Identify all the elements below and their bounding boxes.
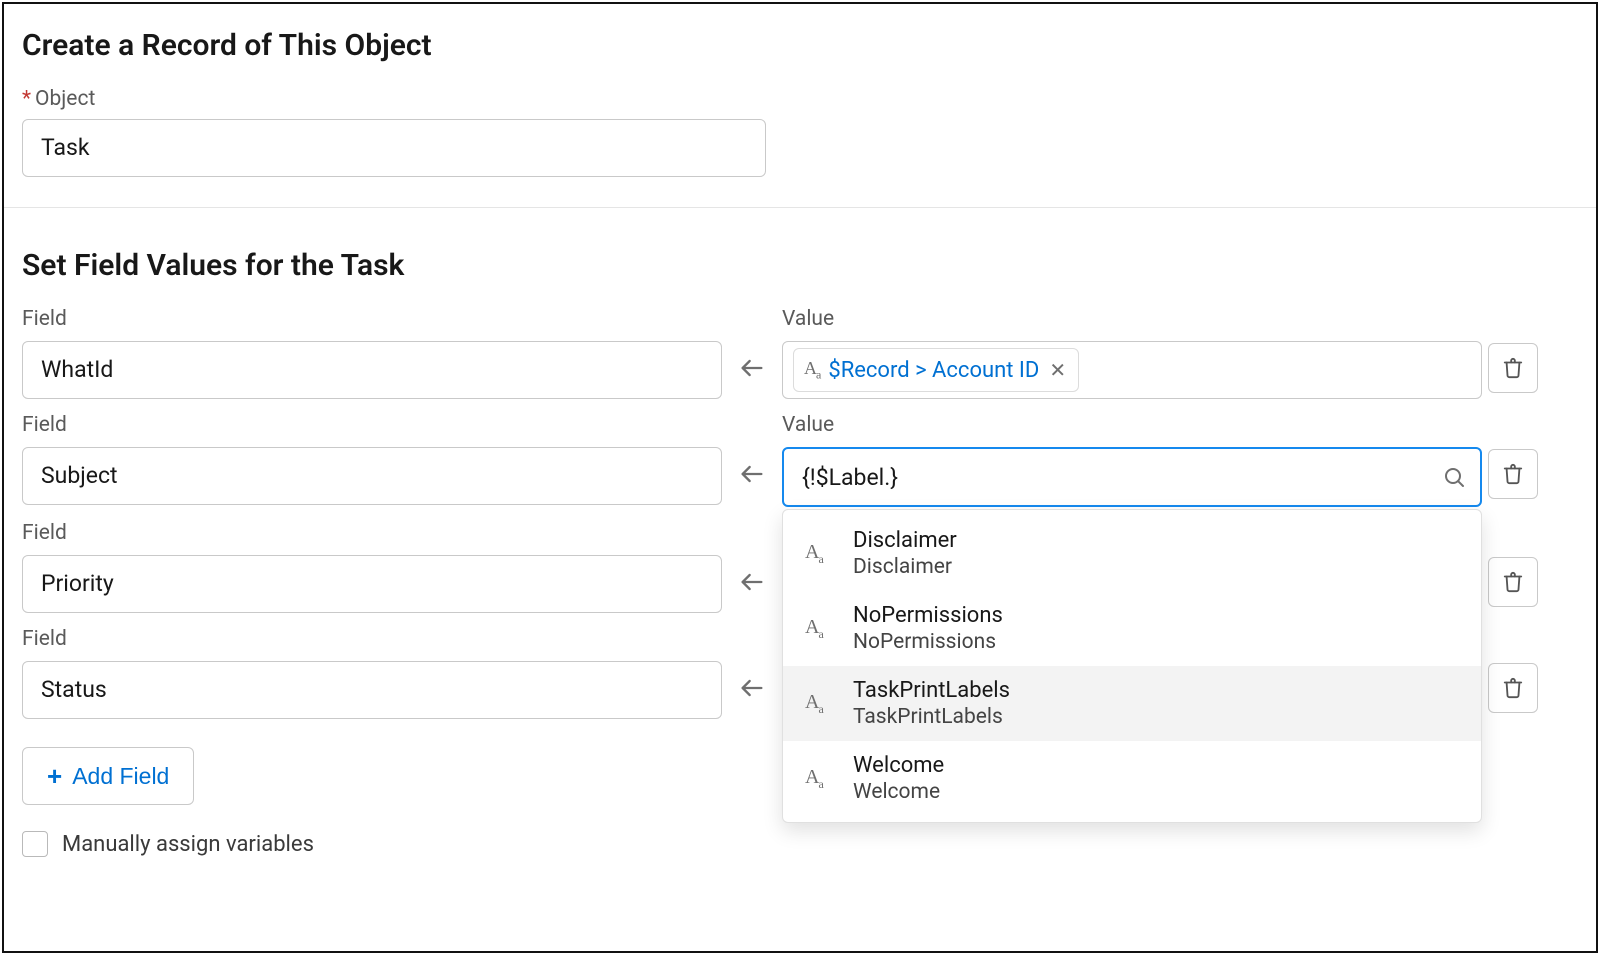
field-input-status[interactable]: Status (22, 661, 722, 719)
required-indicator: * (22, 87, 31, 111)
section-create-record: Create a Record of This Object *Object T… (4, 4, 1596, 187)
section-title-values: Set Field Values for the Task (22, 248, 1578, 283)
search-icon (1442, 465, 1466, 489)
label-dropdown: Aa Disclaimer Disclaimer Aa NoPermission… (782, 509, 1482, 823)
value-label: Value (782, 307, 1482, 331)
delete-row-button[interactable] (1488, 343, 1538, 393)
manually-assign-label: Manually assign variables (62, 832, 314, 857)
config-panel: Create a Record of This Object *Object T… (2, 2, 1598, 953)
text-icon: Aa (804, 358, 820, 383)
delete-row-button[interactable] (1488, 663, 1538, 713)
dropdown-item[interactable]: Aa Disclaimer Disclaimer (783, 516, 1481, 591)
field-row: Field Subject Value {!$Label.} (22, 413, 1578, 507)
trash-icon (1502, 677, 1524, 699)
dropdown-item[interactable]: Aa NoPermissions NoPermissions (783, 591, 1481, 666)
field-col: Field Subject (22, 413, 722, 505)
value-input-whatid[interactable]: Aa $Record > Account ID ✕ (782, 341, 1482, 399)
text-icon: Aa (805, 616, 835, 642)
resource-pill[interactable]: Aa $Record > Account ID ✕ (793, 348, 1079, 392)
value-col: Value {!$Label.} Aa Disclaimer Disclaime… (782, 413, 1482, 507)
object-label: *Object (22, 87, 1578, 111)
arrow-left-icon (722, 339, 782, 397)
arrow-left-icon (722, 445, 782, 503)
arrow-left-icon (722, 553, 782, 611)
trash-icon (1502, 463, 1524, 485)
field-input-subject[interactable]: Subject (22, 447, 722, 505)
pill-text: $Record > Account ID (828, 358, 1039, 383)
plus-icon: + (47, 761, 62, 792)
field-col: Field WhatId (22, 307, 722, 399)
field-label: Field (22, 307, 722, 331)
section-set-field-values: Set Field Values for the Task Field What… (4, 208, 1596, 867)
delete-row-button[interactable] (1488, 449, 1538, 499)
arrow-left-icon (722, 659, 782, 717)
close-icon[interactable]: ✕ (1047, 358, 1068, 382)
value-col: Value Aa $Record > Account ID ✕ (782, 307, 1482, 399)
value-label: Value (782, 413, 1482, 437)
dropdown-item[interactable]: Aa Welcome Welcome (783, 741, 1481, 816)
text-icon: Aa (805, 541, 835, 567)
add-field-button[interactable]: + Add Field (22, 747, 194, 805)
object-input[interactable]: Task (22, 119, 766, 177)
text-icon: Aa (805, 766, 835, 792)
value-input-subject[interactable]: {!$Label.} (782, 447, 1482, 507)
field-label: Field (22, 627, 722, 651)
field-label: Field (22, 521, 722, 545)
dropdown-item[interactable]: Aa TaskPrintLabels TaskPrintLabels (783, 666, 1481, 741)
field-input-whatid[interactable]: WhatId (22, 341, 722, 399)
field-label: Field (22, 413, 722, 437)
field-input-priority[interactable]: Priority (22, 555, 722, 613)
field-row: Field WhatId Value Aa $Record > Account … (22, 307, 1578, 399)
field-col: Field Priority (22, 521, 722, 613)
field-col: Field Status (22, 627, 722, 719)
trash-icon (1502, 571, 1524, 593)
manually-assign-checkbox[interactable] (22, 831, 48, 857)
text-icon: Aa (805, 691, 835, 717)
trash-icon (1502, 357, 1524, 379)
manually-assign-row: Manually assign variables (22, 831, 1578, 857)
delete-row-button[interactable] (1488, 557, 1538, 607)
section-title-create: Create a Record of This Object (22, 28, 1578, 63)
